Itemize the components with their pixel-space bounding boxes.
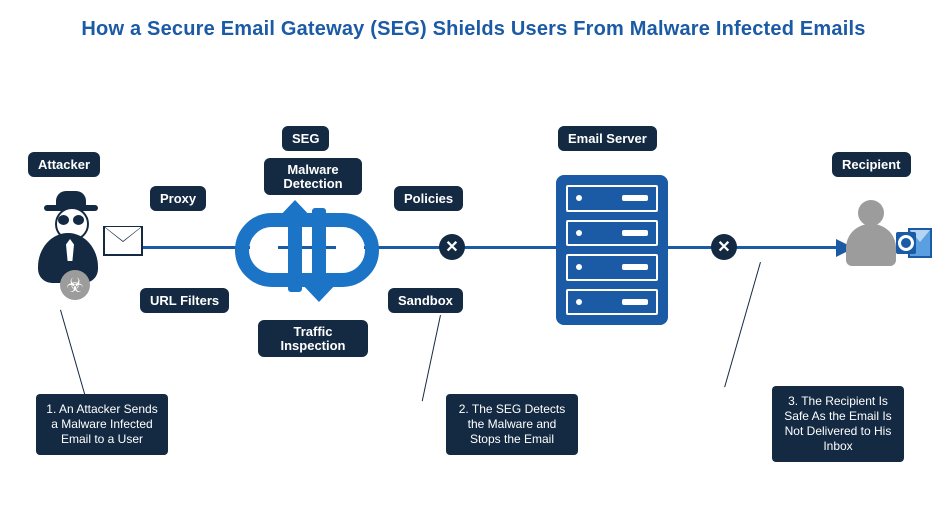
seg-label: SEG (282, 126, 329, 151)
callout-step-2: 2. The SEG Detects the Malware and Stops… (446, 394, 578, 455)
email-server-icon (556, 175, 668, 325)
leader-line-1 (60, 310, 86, 399)
traffic-inspection-text: TrafficInspection (280, 324, 345, 353)
block-1-icon: ✕ (439, 234, 465, 260)
outlook-icon (894, 222, 936, 264)
envelope-icon (103, 226, 143, 256)
leader-line-3 (724, 262, 761, 387)
callout-step-1: 1. An Attacker Sends a Malware Infected … (36, 394, 168, 455)
malware-detection-text: MalwareDetection (283, 162, 342, 191)
diagram-title: How a Secure Email Gateway (SEG) Shields… (0, 18, 947, 41)
recipient-label: Recipient (832, 152, 911, 177)
policies-label: Policies (394, 186, 463, 211)
leader-line-2 (422, 315, 441, 401)
traffic-inspection-label: TrafficInspection (258, 320, 368, 357)
proxy-label: Proxy (150, 186, 206, 211)
sandbox-label: Sandbox (388, 288, 463, 313)
email-server-label: Email Server (558, 126, 657, 151)
recipient-icon (846, 200, 896, 280)
block-2-icon: ✕ (711, 234, 737, 260)
biohazard-icon: ☣ (60, 270, 90, 300)
attacker-label: Attacker (28, 152, 100, 177)
url-filters-label: URL Filters (140, 288, 229, 313)
seg-gateway-icon (232, 190, 382, 310)
callout-step-3: 3. The Recipient Is Safe As the Email Is… (772, 386, 904, 462)
